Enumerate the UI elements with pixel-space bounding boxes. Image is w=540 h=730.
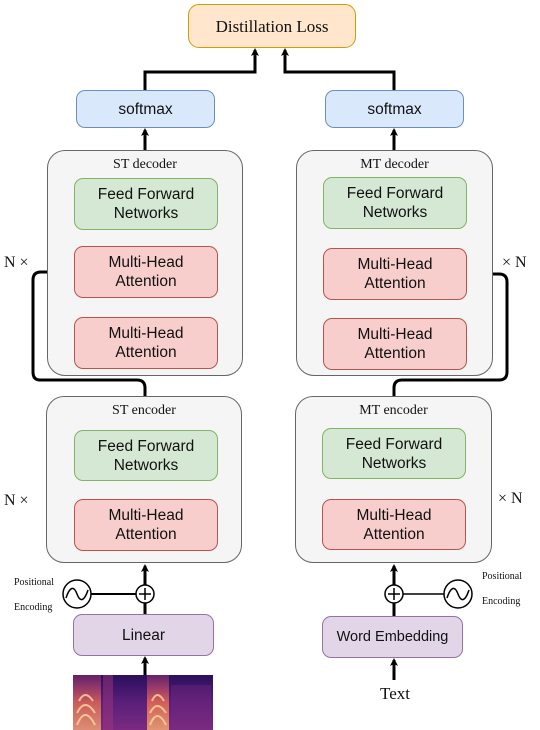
mt-encoder-title: MT encoder	[359, 403, 428, 418]
mt-decoder-ffn-label: Feed Forward Networks	[346, 185, 444, 221]
arrow-left-softmax-to-loss	[143, 48, 259, 90]
st-encoder-attention-box: Multi-Head Attention	[74, 499, 218, 551]
add-icon-right	[384, 584, 404, 604]
mt-decoder-cross-attention-label: Multi-Head Attention	[357, 256, 433, 292]
distillation-loss-box: Distillation Loss	[188, 4, 356, 48]
st-decoder-cross-attention-label: Multi-Head Attention	[108, 254, 184, 290]
diagram: Distillation Loss softmax softmax ST dec…	[0, 0, 540, 730]
mt-decoder-self-attention-box: Multi-Head Attention	[323, 318, 467, 370]
linear-label: Linear	[121, 626, 166, 644]
st-positional-encoding-label-2: Encoding	[14, 602, 53, 613]
st-decoder-self-attention-label: Multi-Head Attention	[108, 325, 184, 361]
st-encoder-repeat-label: N ×	[4, 492, 29, 509]
st-encoder-ffn-label: Feed Forward Networks	[97, 437, 195, 474]
st-decoder-cross-attention-box: Multi-Head Attention	[74, 246, 218, 298]
spectrogram-image	[73, 675, 213, 730]
st-decoder-repeat-label: N ×	[4, 254, 29, 271]
mt-encoder-ffn-box: Feed Forward Networks	[322, 428, 466, 479]
sine-wave-icon-left	[62, 579, 92, 609]
st-decoder-ffn-box: Feed Forward Networks	[74, 178, 218, 230]
mt-encoder-repeat-label: × N	[498, 490, 523, 507]
mt-encoder-ffn-label: Feed Forward Networks	[345, 435, 443, 472]
st-softmax-label: softmax	[118, 100, 173, 118]
mt-positional-encoding-label-1: Positional	[482, 571, 523, 582]
mt-decoder-repeat-label: × N	[502, 254, 527, 271]
st-decoder-ffn-label: Feed Forward Networks	[97, 186, 195, 222]
st-positional-encoding-label-1: Positional	[14, 577, 55, 588]
mt-encoder-attention-box: Multi-Head Attention	[322, 499, 466, 550]
mt-decoder-cross-attention-box: Multi-Head Attention	[323, 248, 467, 300]
arrow-right-softmax-to-loss	[281, 48, 396, 90]
mt-encoder-attention-label: Multi-Head Attention	[356, 506, 432, 543]
st-softmax-box: softmax	[76, 90, 215, 128]
mt-decoder-self-attention-label: Multi-Head Attention	[357, 326, 433, 362]
st-encoder-ffn-box: Feed Forward Networks	[74, 430, 218, 481]
st-decoder-title: ST decoder	[113, 157, 177, 172]
st-encoder-attention-label: Multi-Head Attention	[108, 507, 184, 543]
sine-wave-icon-right	[443, 579, 473, 609]
word-embedding-box: Word Embedding	[322, 616, 463, 658]
st-encoder-title: ST encoder	[112, 403, 176, 418]
linear-box: Linear	[73, 614, 214, 656]
mt-decoder-ffn-box: Feed Forward Networks	[323, 177, 467, 229]
distillation-loss-label: Distillation Loss	[215, 16, 329, 36]
st-decoder-self-attention-box: Multi-Head Attention	[74, 317, 218, 369]
add-icon-left	[135, 584, 155, 604]
mt-softmax-box: softmax	[325, 90, 464, 128]
mt-positional-encoding-label-2: Encoding	[482, 596, 521, 607]
word-embedding-label: Word Embedding	[336, 628, 449, 645]
mt-softmax-label: softmax	[367, 100, 422, 118]
text-input-label: Text	[380, 684, 410, 703]
mt-decoder-title: MT decoder	[360, 157, 429, 172]
